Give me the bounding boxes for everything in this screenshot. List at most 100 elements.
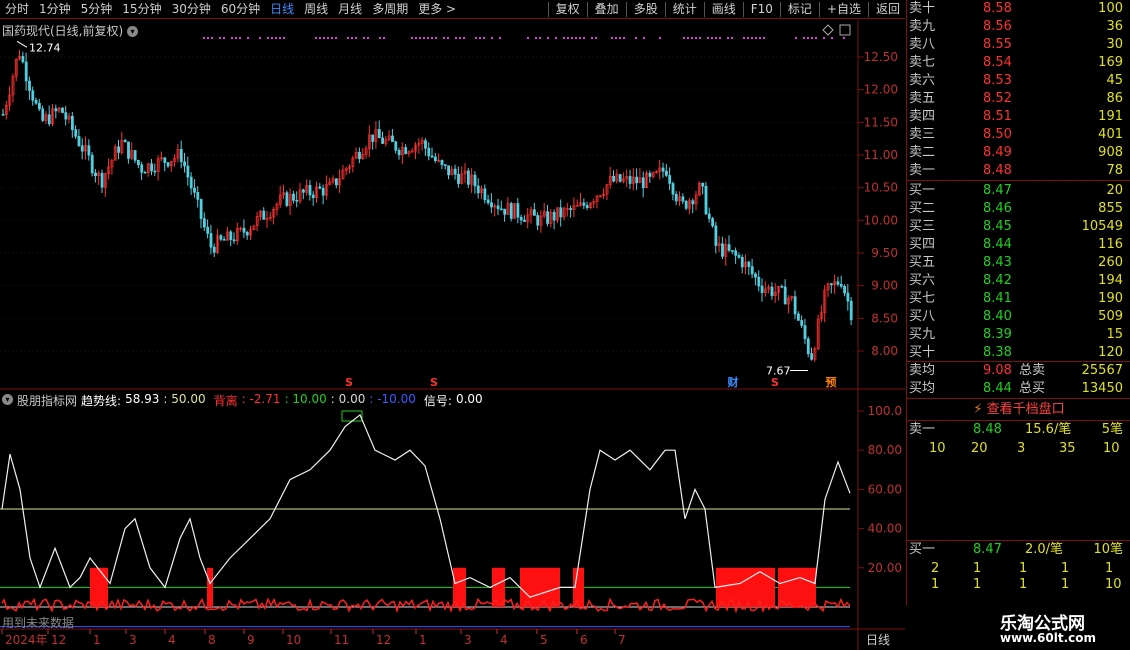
sell1-row[interactable]: 卖一 8.48 15.6/笔 5笔 <box>907 421 1130 439</box>
candle-body <box>123 140 127 143</box>
buy1-queue[interactable]: 1 1 1 1 10 <box>907 576 1130 594</box>
candle-body <box>427 147 431 157</box>
buy1-queue-item: 1 <box>1061 577 1070 592</box>
bid-row[interactable]: 买二 8.46 855 <box>907 200 1130 218</box>
signal-dot <box>383 37 385 39</box>
buy1-queue-item: 10 <box>1105 577 1122 592</box>
date-axis-label: 12 <box>51 633 66 647</box>
bid-row[interactable]: 买八 8.40 509 <box>907 308 1130 326</box>
toolbar-action-5[interactable]: F10 <box>746 0 778 19</box>
ask-price: 8.52 <box>983 91 1012 106</box>
bid-row[interactable]: 买六 8.42 194 <box>907 272 1130 290</box>
bid-row[interactable]: 买七 8.41 190 <box>907 290 1130 308</box>
candle-body <box>476 185 480 194</box>
toolbar-action-6[interactable]: 标记 <box>783 0 817 19</box>
toolbar-action-0[interactable]: 复权 <box>551 0 585 19</box>
signal-dot <box>579 37 581 39</box>
ask-row[interactable]: 卖十 8.58 100 <box>907 0 1130 18</box>
period-tab-4[interactable]: 30分钟 <box>167 0 216 19</box>
toolbar-action-4[interactable]: 画线 <box>707 0 741 19</box>
signal-dot <box>411 37 413 39</box>
sell1-queue-item: 20 <box>971 441 988 456</box>
bid-row[interactable]: 买一 8.47 20 <box>907 182 1130 200</box>
period-tab-2[interactable]: 5分钟 <box>76 0 118 19</box>
ask-row[interactable]: 卖六 8.53 45 <box>907 72 1130 90</box>
candle-body <box>519 216 523 221</box>
bid-row[interactable]: 买三 8.45 10549 <box>907 218 1130 236</box>
candle-body <box>318 186 322 189</box>
candle-body <box>559 207 563 218</box>
candle-body <box>61 107 64 113</box>
toolbar-action-1[interactable]: 叠加 <box>590 0 624 19</box>
bid-row[interactable]: 买四 8.44 116 <box>907 236 1130 254</box>
bid-row[interactable]: 买九 8.39 15 <box>907 326 1130 344</box>
indicator-title[interactable]: ▾ 股朋指标网 趋势线: 58.93 : 50.00 背离 : -2.71 : … <box>2 392 483 409</box>
candle-body <box>810 353 814 360</box>
candle-body <box>582 202 586 206</box>
chart-area[interactable]: 12.50 12.00 11.50 11.00 10.50 10.00 9.50 9.00 8.… <box>0 20 905 650</box>
signal-dot <box>419 37 421 39</box>
period-tab-7[interactable]: 周线 <box>299 0 333 19</box>
ask-row[interactable]: 卖九 8.56 36 <box>907 18 1130 36</box>
candle-body <box>849 300 853 321</box>
bid-row[interactable]: 买十 8.38 120 <box>907 344 1130 362</box>
bid-volume: 260 <box>1098 255 1123 270</box>
candle-body <box>793 296 797 315</box>
bid-avg-label: 买均 <box>909 381 936 396</box>
bid-price: 8.47 <box>983 183 1012 198</box>
toolbar-action-2[interactable]: 多股 <box>629 0 663 19</box>
signal-block <box>90 567 108 607</box>
ask-row[interactable]: 卖八 8.55 30 <box>907 36 1130 54</box>
ask-row[interactable]: 卖三 8.50 401 <box>907 126 1130 144</box>
sell1-queue[interactable]: 10 20 3 35 10 <box>907 440 1130 458</box>
chevron-down-icon[interactable]: ▾ <box>127 26 139 37</box>
bid-price: 8.45 <box>983 219 1012 234</box>
period-tab-0[interactable]: 分时 <box>0 0 34 19</box>
signal-dot <box>443 37 445 39</box>
toolbar-action-3[interactable]: 统计 <box>668 0 702 19</box>
toolbar-action-8[interactable]: 返回 <box>871 0 905 19</box>
ask-row[interactable]: 卖五 8.52 86 <box>907 90 1130 108</box>
indicator-axis-label: 20.00 <box>868 561 902 575</box>
stock-title[interactable]: 国药现代(日线,前复权) ▾ <box>2 22 139 39</box>
bid-avg-row[interactable]: 买均 8.44 总买 13450 <box>907 380 1130 398</box>
buy1-row[interactable]: 买一 8.47 2.0/笔 10笔 <box>907 541 1130 559</box>
signal-dot <box>223 37 225 39</box>
signal-dot <box>415 37 417 39</box>
ask-volume: 908 <box>1098 145 1123 160</box>
candle-body <box>127 141 130 159</box>
candle-body <box>668 175 672 184</box>
bid-price: 8.46 <box>983 201 1012 216</box>
signal-dot <box>315 37 317 39</box>
period-tab-9[interactable]: 多周期 <box>367 0 413 19</box>
bid-volume: 10549 <box>1081 219 1123 234</box>
chevron-down-icon[interactable]: ▾ <box>2 394 13 405</box>
period-tab-3[interactable]: 15分钟 <box>117 0 166 19</box>
kline-chart[interactable]: 12.5012.0011.5011.0010.5010.009.509.008.… <box>0 20 905 650</box>
period-tab-8[interactable]: 月线 <box>333 0 367 19</box>
period-tab-1[interactable]: 1分钟 <box>34 0 76 19</box>
candle-body <box>483 188 487 201</box>
candle-body <box>503 208 507 215</box>
diverge-label: 背离 <box>213 394 238 408</box>
ask-row[interactable]: 卖四 8.51 191 <box>907 108 1130 126</box>
bid-row[interactable]: 买五 8.43 260 <box>907 254 1130 272</box>
ask-volume: 78 <box>1106 163 1123 178</box>
period-tab-10[interactable]: 更多 > <box>413 0 461 19</box>
sell1-count: 5笔 <box>1101 422 1123 437</box>
candle-body <box>381 137 385 144</box>
toolbar-action-7[interactable]: +自选 <box>822 0 866 19</box>
price-axis-label: 11.00 <box>864 148 898 162</box>
view-depth-button[interactable]: ⚡ 查看千档盘口 <box>907 400 1130 419</box>
bid-label: 买九 <box>909 327 936 342</box>
candle-body <box>734 250 738 256</box>
ask-row[interactable]: 卖七 8.54 169 <box>907 54 1130 72</box>
signal-dot <box>499 37 501 39</box>
sell1-price: 8.48 <box>973 422 1002 437</box>
candle-body <box>21 56 25 63</box>
ask-row[interactable]: 卖一 8.48 78 <box>907 162 1130 180</box>
period-tab-6[interactable]: 日线 <box>265 0 299 19</box>
ask-row[interactable]: 卖二 8.49 908 <box>907 144 1130 162</box>
period-tab-5[interactable]: 60分钟 <box>216 0 265 19</box>
ask-avg-row[interactable]: 卖均 9.08 总卖 25567 <box>907 362 1130 380</box>
